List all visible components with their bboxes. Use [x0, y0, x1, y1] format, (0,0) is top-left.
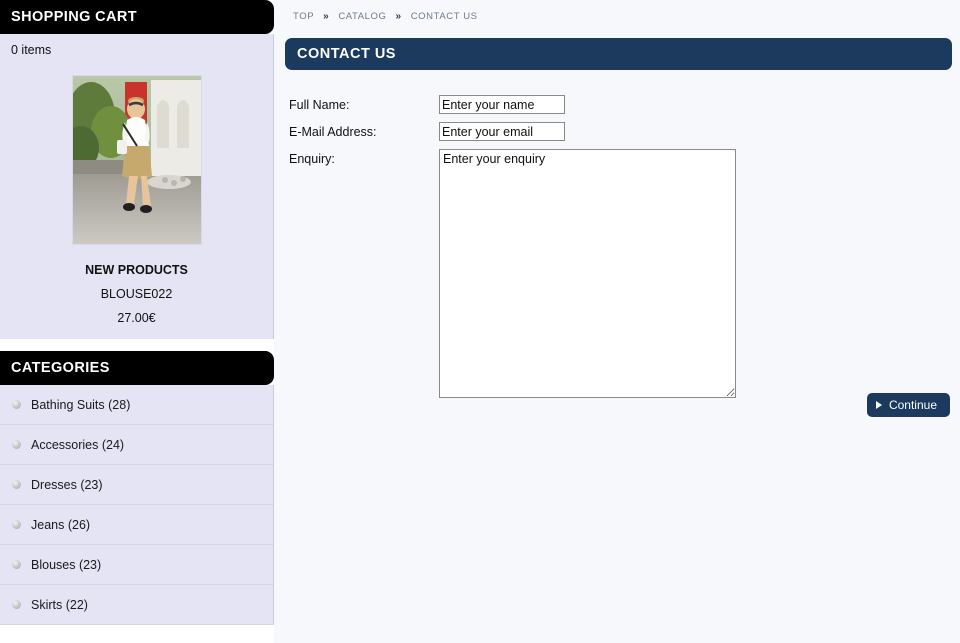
new-product-name[interactable]: BLOUSE022	[0, 287, 273, 301]
categories-panel: CATEGORIES Bathing Suits (28) Accessorie…	[0, 351, 274, 625]
categories-list: Bathing Suits (28) Accessories (24) Dres…	[0, 385, 274, 625]
sidebar-item-dresses[interactable]: Dresses (23)	[0, 465, 273, 505]
new-product-image[interactable]	[71, 75, 202, 245]
bullet-icon	[12, 440, 21, 449]
contact-form: Full Name: E-Mail Address: Enquiry: Cont…	[275, 70, 960, 417]
email-label: E-Mail Address:	[289, 125, 377, 139]
page-title: CONTACT US	[285, 38, 952, 70]
cart-item-count: 0 items	[11, 43, 52, 57]
full-name-row: Full Name:	[289, 95, 960, 114]
bullet-icon	[12, 560, 21, 569]
shopping-cart-title: SHOPPING CART	[11, 9, 138, 25]
breadcrumb-item-contact-us[interactable]: CONTACT US	[411, 11, 478, 22]
category-label: Jeans (26)	[31, 517, 91, 532]
page-title-text: CONTACT US	[297, 46, 396, 62]
bullet-icon	[12, 400, 21, 409]
page-root: SHOPPING CART 0 items NEW PRODUCTS BLOUS…	[0, 0, 960, 643]
category-label: Dresses (23)	[31, 477, 103, 492]
continue-button-label: Continue	[888, 398, 937, 412]
enquiry-textarea[interactable]	[439, 149, 736, 398]
full-name-input[interactable]	[439, 95, 565, 114]
category-label: Bathing Suits (28)	[31, 397, 131, 412]
category-label: Accessories (24)	[31, 437, 125, 452]
categories-title: CATEGORIES	[11, 360, 110, 376]
enquiry-row: Enquiry:	[289, 149, 960, 398]
form-actions: Continue	[866, 393, 950, 417]
sidebar-item-jeans[interactable]: Jeans (26)	[0, 505, 273, 545]
shopping-cart-panel: 0 items NEW PRODUCTS BLOUSE022 27.00€	[0, 34, 274, 339]
triangle-right-icon	[875, 401, 882, 409]
product-photo-svg	[72, 76, 201, 244]
bullet-icon	[12, 600, 21, 609]
category-label: Skirts (22)	[31, 597, 88, 612]
categories-header: CATEGORIES	[0, 351, 274, 385]
new-products-block[interactable]: NEW PRODUCTS BLOUSE022 27.00€	[0, 63, 273, 339]
bullet-icon	[12, 520, 21, 529]
full-name-label: Full Name:	[289, 98, 350, 112]
sidebar: SHOPPING CART 0 items NEW PRODUCTS BLOUS…	[0, 0, 274, 643]
sidebar-item-accessories[interactable]: Accessories (24)	[0, 425, 273, 465]
breadcrumb: TOP » CATALOG » CONTACT US	[275, 0, 960, 33]
enquiry-label: Enquiry:	[289, 152, 335, 166]
breadcrumb-separator-icon: »	[323, 11, 330, 22]
main-content: TOP » CATALOG » CONTACT US CONTACT US Fu…	[275, 0, 960, 643]
bullet-icon	[12, 480, 21, 489]
email-row: E-Mail Address:	[289, 122, 960, 141]
email-input[interactable]	[439, 122, 565, 141]
breadcrumb-item-catalog[interactable]: CATALOG	[338, 11, 386, 22]
category-label: Blouses (23)	[31, 557, 102, 572]
sidebar-item-skirts[interactable]: Skirts (22)	[0, 585, 273, 625]
new-product-price: 27.00€	[117, 311, 156, 325]
sidebar-item-bathing-suits[interactable]: Bathing Suits (28)	[0, 385, 273, 425]
continue-button[interactable]: Continue	[866, 393, 950, 417]
sidebar-item-blouses[interactable]: Blouses (23)	[0, 545, 273, 585]
breadcrumb-item-top[interactable]: TOP	[293, 11, 314, 22]
breadcrumb-separator-icon: »	[395, 11, 402, 22]
new-products-title: NEW PRODUCTS	[85, 263, 188, 277]
shopping-cart-header: SHOPPING CART	[0, 0, 274, 34]
